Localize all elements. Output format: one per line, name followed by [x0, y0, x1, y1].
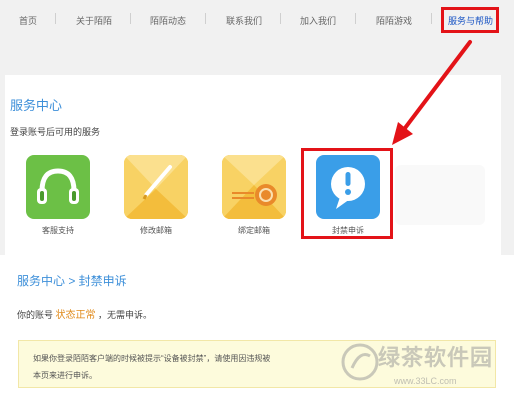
status-prefix: 你的账号 — [17, 310, 54, 320]
account-status: 你的账号 状态正常 ，无需申诉。 — [17, 306, 152, 321]
status-suffix: ，无需申诉。 — [98, 310, 153, 320]
appeal-breadcrumb: 服务中心 > 封禁申诉 — [17, 274, 127, 288]
notice-line-1: 如果你登录陌陌客户端的时候被提示“设备被封禁”，请使用因违规被 — [33, 354, 271, 363]
status-value: 状态正常 — [55, 310, 96, 321]
notice-line-2: 本页来进行申诉。 — [33, 371, 97, 380]
notice-box: 如果你登录陌陌客户端的时候被提示“设备被封禁”，请使用因违规被 本页来进行申诉。 — [18, 340, 496, 388]
